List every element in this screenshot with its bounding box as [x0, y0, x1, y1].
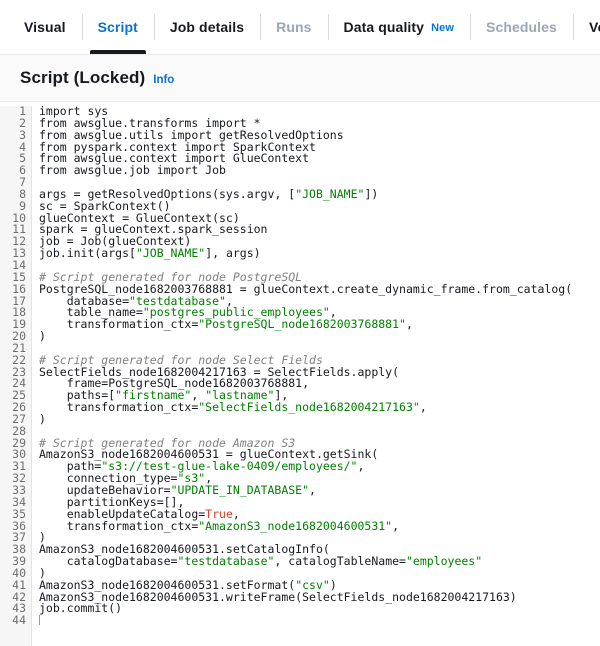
code-token-kw: , — [357, 459, 365, 474]
code-token-str: "testdatabase" — [177, 554, 275, 569]
code-token-str: "PostgreSQL_node1682003768881" — [198, 317, 406, 332]
code-line[interactable]: job.commit() — [39, 603, 600, 615]
code-token-kw: transformation_ctx= — [39, 518, 199, 533]
tab-schedules[interactable]: Schedules — [470, 0, 573, 54]
code-line[interactable]: transformation_ctx="SelectFields_node168… — [39, 400, 600, 415]
code-token-kw: , catalogTableName= — [274, 554, 406, 569]
code-line[interactable]: from awsglue.job import Job — [39, 163, 600, 178]
tab-label: Versi — [588, 19, 600, 35]
code-line[interactable] — [39, 615, 600, 627]
tab-label: Data quality — [343, 19, 425, 35]
tab-versi[interactable]: Versi — [572, 0, 600, 54]
code-token-kw: , — [405, 317, 413, 332]
code-token-kw: transformation_ctx= — [39, 317, 199, 332]
code-token-kw: , — [309, 483, 316, 497]
code-line[interactable]: ) — [39, 330, 600, 343]
code-token-str: "AmazonS3_node1682004600531" — [198, 518, 393, 533]
tab-label: Script — [97, 19, 138, 35]
tab-runs[interactable]: Runs — [260, 0, 327, 54]
text-cursor — [39, 615, 40, 626]
tab-label: Job details — [169, 19, 245, 35]
code-token-str: "employees" — [405, 554, 483, 569]
active-tab-underline — [89, 50, 146, 54]
code-line[interactable]: transformation_ctx="AmazonS3_node1682004… — [39, 518, 600, 533]
line-number-gutter: 1 2 3 4 5 6 7 8 9 10 11 12 13 14 15 16 17 18 19 20 21 22 23 24 2… — [0, 105, 32, 646]
tab-job-details[interactable]: Job details — [153, 0, 260, 54]
code-token-str: "JOB_NAME" — [295, 186, 365, 201]
code-token-str: "SelectFields_node1682004217163" — [198, 400, 420, 415]
info-link[interactable]: Info — [153, 74, 174, 86]
line-number: 44 — [12, 613, 26, 628]
code-token-str: "UPDATE_IN_DATABASE" — [170, 483, 310, 497]
tab-script[interactable]: Script — [81, 0, 154, 54]
code-line[interactable]: transformation_ctx="PostgreSQL_node16820… — [39, 317, 600, 332]
code-line[interactable]: ) — [39, 413, 600, 426]
code-line[interactable]: job.init(args["JOB_NAME"], args) — [39, 246, 600, 261]
code-line[interactable]: catalogDatabase="testdatabase", catalogT… — [39, 554, 600, 569]
code-token-kw: job.init(args[ — [39, 246, 136, 261]
script-code-editor[interactable]: 1 2 3 4 5 6 7 8 9 10 11 12 13 14 15 16 17 18 19 20 21 22 23 24 2… — [0, 102, 600, 646]
script-section-header: Script (Locked) Info — [0, 55, 600, 102]
code-token-str: "JOB_NAME" — [135, 246, 206, 261]
tab-label: Runs — [276, 19, 312, 35]
code-content[interactable]: import sys from awsglue.transforms import… — [32, 106, 600, 646]
tab-label: Visual — [24, 19, 66, 35]
code-token-kw: ]) — [364, 186, 379, 201]
code-token-kw: job.commit() — [39, 601, 123, 616]
code-token-kw: from awsglue.job import Job — [39, 163, 226, 178]
tab-label: Schedules — [486, 19, 557, 35]
tab-visual[interactable]: Visual — [8, 0, 82, 54]
tab-new-badge: New — [431, 22, 454, 34]
page-title: Script (Locked) — [20, 68, 146, 87]
code-token-kw: , — [419, 400, 427, 415]
code-token-kw: catalogDatabase= — [39, 554, 178, 569]
code-token-kw: ], args) — [205, 246, 261, 261]
code-line[interactable]: AmazonS3_node1682004600531.writeFrame(Se… — [39, 591, 600, 604]
code-token-kw: transformation_ctx= — [39, 400, 199, 415]
job-editor-tab-bar[interactable]: Visual Script Job details Runs Data quality N… — [0, 0, 600, 55]
tab-data-quality[interactable]: Data quality New — [327, 0, 470, 54]
code-token-kw: , — [392, 518, 400, 533]
